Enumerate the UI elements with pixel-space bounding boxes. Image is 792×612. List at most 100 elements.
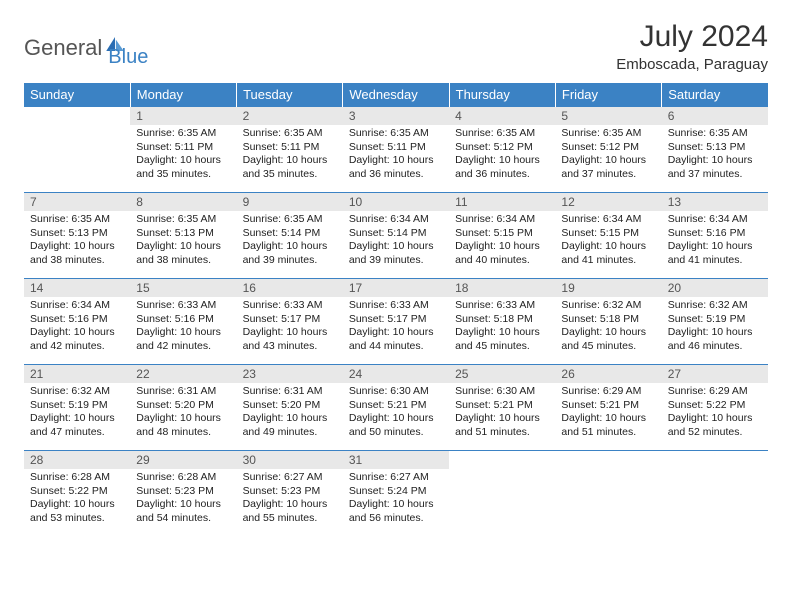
daylight-line: Daylight: 10 hours and 54 minutes. [136,498,230,525]
daylight-line: Daylight: 10 hours and 38 minutes. [30,240,124,267]
sunset-line: Sunset: 5:17 PM [349,313,443,327]
sunrise-line: Sunrise: 6:34 AM [30,299,124,313]
day-number: 20 [662,279,768,297]
day-details: Sunrise: 6:35 AMSunset: 5:13 PMDaylight:… [662,125,768,186]
calendar-cell: 24Sunrise: 6:30 AMSunset: 5:21 PMDayligh… [343,365,449,451]
daylight-line: Daylight: 10 hours and 41 minutes. [668,240,762,267]
sunset-line: Sunset: 5:16 PM [668,227,762,241]
sunset-line: Sunset: 5:15 PM [455,227,549,241]
logo-text-blue: Blue [108,46,148,69]
day-number: 17 [343,279,449,297]
day-number: 3 [343,107,449,125]
day-details: Sunrise: 6:28 AMSunset: 5:22 PMDaylight:… [24,469,130,530]
calendar-cell: 23Sunrise: 6:31 AMSunset: 5:20 PMDayligh… [237,365,343,451]
daylight-line: Daylight: 10 hours and 40 minutes. [455,240,549,267]
weekday-header: Saturday [662,83,768,107]
sunset-line: Sunset: 5:22 PM [30,485,124,499]
empty-cell [555,451,661,469]
calendar-cell [24,107,130,193]
daylight-line: Daylight: 10 hours and 36 minutes. [455,154,549,181]
calendar-cell: 15 Sunrise: 6:33 AMSunset: 5:16 PMDayligh… [130,279,236,365]
calendar-cell [555,451,661,537]
daylight-line: Daylight: 10 hours and 35 minutes. [243,154,337,181]
sunrise-line: Sunrise: 6:32 AM [668,299,762,313]
sunrise-line: Sunrise: 6:35 AM [30,213,124,227]
day-details: Sunrise: 6:30 AMSunset: 5:21 PMDaylight:… [449,383,555,444]
sunset-line: Sunset: 5:11 PM [136,141,230,155]
day-number: 29 [130,451,236,469]
calendar-cell: 26Sunrise: 6:29 AMSunset: 5:21 PMDayligh… [555,365,661,451]
day-number: 14 [24,279,130,297]
calendar-cell: 29Sunrise: 6:28 AMSunset: 5:23 PMDayligh… [130,451,236,537]
day-number: 15 [130,279,236,297]
day-details: Sunrise: 6:35 AMSunset: 5:12 PMDaylight:… [449,125,555,186]
day-details: Sunrise: 6:33 AMSunset: 5:18 PMDaylight:… [449,297,555,358]
calendar-cell: 25Sunrise: 6:30 AMSunset: 5:21 PMDayligh… [449,365,555,451]
calendar-cell: 14Sunrise: 6:34 AMSunset: 5:16 PMDayligh… [24,279,130,365]
calendar-cell: 20Sunrise: 6:32 AMSunset: 5:19 PMDayligh… [662,279,768,365]
day-number: 26 [555,365,661,383]
sunset-line: Sunset: 5:13 PM [30,227,124,241]
sunrise-line: Sunrise: 6:35 AM [561,127,655,141]
sunset-line: Sunset: 5:22 PM [668,399,762,413]
calendar-cell: 9Sunrise: 6:35 AMSunset: 5:14 PMDaylight… [237,193,343,279]
sunrise-line: Sunrise: 6:35 AM [668,127,762,141]
daylight-line: Daylight: 10 hours and 53 minutes. [30,498,124,525]
weekday-header: Tuesday [237,83,343,107]
calendar-week-row: 7Sunrise: 6:35 AMSunset: 5:13 PMDaylight… [24,193,768,279]
sunrise-line: Sunrise: 6:28 AM [30,471,124,485]
calendar-cell: 10Sunrise: 6:34 AMSunset: 5:14 PMDayligh… [343,193,449,279]
sunset-line: Sunset: 5:20 PM [136,399,230,413]
calendar-cell: 4Sunrise: 6:35 AMSunset: 5:12 PMDaylight… [449,107,555,193]
daylight-line: Daylight: 10 hours and 51 minutes. [455,412,549,439]
sunrise-line: Sunrise: 6:32 AM [30,385,124,399]
sunrise-line: Sunrise: 6:33 AM [136,299,230,313]
logo-text-general: General [24,35,102,61]
calendar-cell: 11Sunrise: 6:34 AMSunset: 5:15 PMDayligh… [449,193,555,279]
header: General Blue July 2024 Emboscada, Paragu… [24,20,768,73]
weekday-header: Sunday [24,83,130,107]
day-number: 24 [343,365,449,383]
day-number: 10 [343,193,449,211]
calendar-cell: 12Sunrise: 6:34 AMSunset: 5:15 PMDayligh… [555,193,661,279]
calendar-cell: 13Sunrise: 6:34 AMSunset: 5:16 PMDayligh… [662,193,768,279]
sunset-line: Sunset: 5:11 PM [243,141,337,155]
day-details: Sunrise: 6:34 AMSunset: 5:14 PMDaylight:… [343,211,449,272]
calendar-cell: 8Sunrise: 6:35 AMSunset: 5:13 PMDaylight… [130,193,236,279]
day-details: Sunrise: 6:30 AMSunset: 5:21 PMDaylight:… [343,383,449,444]
sunset-line: Sunset: 5:14 PM [243,227,337,241]
sunset-line: Sunset: 5:13 PM [136,227,230,241]
sunset-line: Sunset: 5:20 PM [243,399,337,413]
day-details: Sunrise: 6:28 AMSunset: 5:23 PMDaylight:… [130,469,236,530]
sunset-line: Sunset: 5:15 PM [561,227,655,241]
day-number: 13 [662,193,768,211]
sunrise-line: Sunrise: 6:28 AM [136,471,230,485]
sunrise-line: Sunrise: 6:35 AM [455,127,549,141]
sunset-line: Sunset: 5:18 PM [561,313,655,327]
sunrise-line: Sunrise: 6:27 AM [349,471,443,485]
day-details: Sunrise: 6:29 AMSunset: 5:22 PMDaylight:… [662,383,768,444]
day-number: 28 [24,451,130,469]
sunset-line: Sunset: 5:24 PM [349,485,443,499]
day-number: 7 [24,193,130,211]
sunrise-line: Sunrise: 6:35 AM [243,127,337,141]
day-details: Sunrise: 6:27 AMSunset: 5:24 PMDaylight:… [343,469,449,530]
month-title: July 2024 [616,20,768,54]
daylight-line: Daylight: 10 hours and 45 minutes. [455,326,549,353]
sunrise-line: Sunrise: 6:29 AM [668,385,762,399]
calendar-cell: 22Sunrise: 6:31 AMSunset: 5:20 PMDayligh… [130,365,236,451]
daylight-line: Daylight: 10 hours and 50 minutes. [349,412,443,439]
sunrise-line: Sunrise: 6:27 AM [243,471,337,485]
sunset-line: Sunset: 5:16 PM [136,313,230,327]
sunrise-line: Sunrise: 6:31 AM [136,385,230,399]
day-details: Sunrise: 6:32 AMSunset: 5:18 PMDaylight:… [555,297,661,358]
weekday-header: Thursday [449,83,555,107]
daylight-line: Daylight: 10 hours and 42 minutes. [136,326,230,353]
sunset-line: Sunset: 5:12 PM [455,141,549,155]
daylight-line: Daylight: 10 hours and 48 minutes. [136,412,230,439]
calendar-cell: 5Sunrise: 6:35 AMSunset: 5:12 PMDaylight… [555,107,661,193]
day-number: 8 [130,193,236,211]
sunrise-line: Sunrise: 6:33 AM [455,299,549,313]
day-number: 30 [237,451,343,469]
empty-cell [662,451,768,469]
